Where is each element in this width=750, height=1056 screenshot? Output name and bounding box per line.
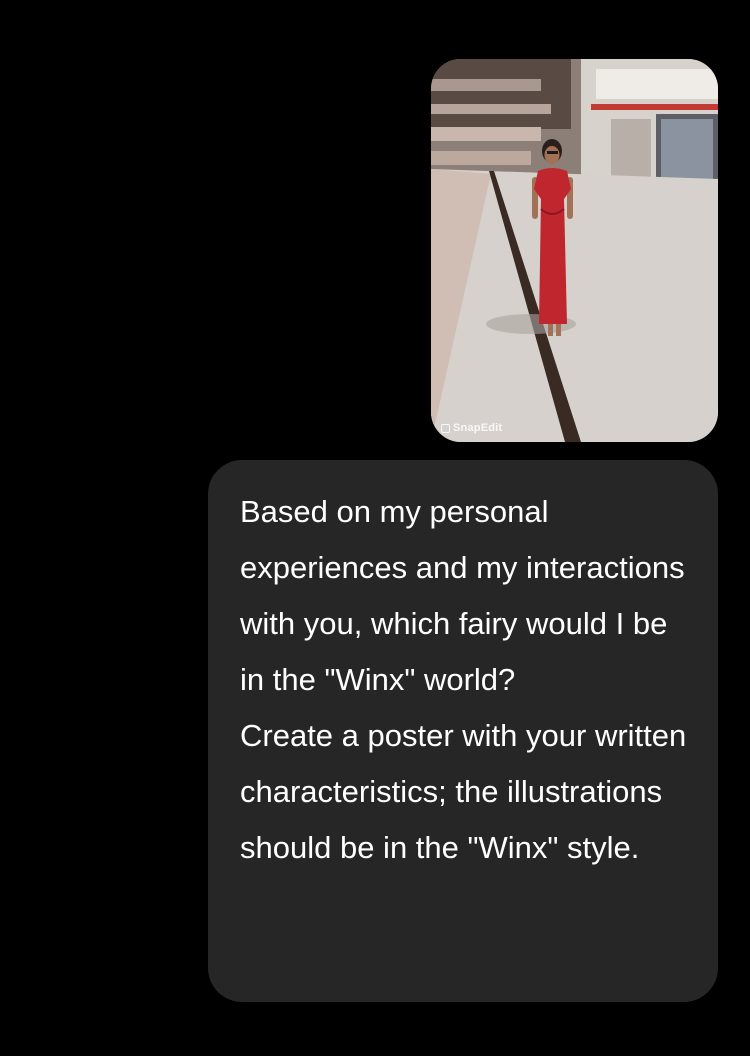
attached-photo[interactable]: SnapEdit [431,59,718,442]
watermark-label: SnapEdit [453,422,503,434]
message-text: Based on my personal experiences and my … [240,494,687,865]
snapedit-icon [441,423,450,433]
chat-area: SnapEdit Based on my personal experience… [0,0,750,1056]
user-message-bubble[interactable]: Based on my personal experiences and my … [208,460,718,1002]
photo-watermark: SnapEdit [441,422,502,434]
photo-illustration [431,59,718,442]
